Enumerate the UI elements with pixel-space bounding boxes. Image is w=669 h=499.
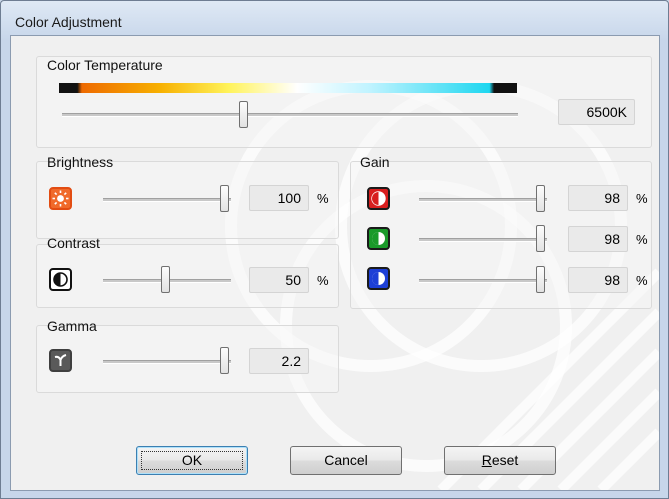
contrast-icon (49, 268, 72, 291)
red-gain-icon (367, 187, 390, 210)
dialog-window: Color Adjustment Color Temperature 6500K (0, 0, 669, 499)
color-temperature-gradient-bar (59, 83, 517, 93)
contrast-label: Contrast (47, 235, 100, 251)
color-temperature-slider-thumb[interactable] (239, 101, 248, 128)
contrast-value: 50 (249, 267, 309, 293)
color-temperature-value: 6500K (558, 99, 635, 125)
brightness-slider-thumb[interactable] (220, 185, 229, 212)
sun-icon (49, 187, 72, 210)
window-title: Color Adjustment (15, 14, 122, 30)
gamma-value: 2.2 (249, 348, 309, 374)
red-gain-unit: % (636, 191, 648, 206)
green-gain-slider-thumb[interactable] (536, 225, 545, 252)
gamma-icon (49, 349, 72, 372)
contrast-slider-thumb[interactable] (161, 266, 170, 293)
red-gain-slider-thumb[interactable] (536, 185, 545, 212)
contrast-unit: % (317, 273, 329, 288)
dialog-client-area: Color Temperature 6500K Brightness 100 % (10, 35, 660, 491)
gamma-label: Gamma (47, 318, 97, 334)
gamma-track[interactable] (103, 360, 231, 364)
red-gain-track[interactable] (419, 198, 547, 202)
reset-button[interactable]: Reset (444, 446, 556, 475)
brightness-track[interactable] (103, 198, 231, 202)
reset-button-label: Reset (481, 452, 519, 468)
ok-button[interactable]: OK (136, 446, 248, 475)
blue-gain-icon (367, 267, 390, 290)
green-gain-track[interactable] (419, 238, 547, 242)
color-temperature-label: Color Temperature (47, 57, 163, 73)
green-gain-icon (367, 227, 390, 250)
cancel-button-label: Cancel (324, 452, 368, 468)
brightness-label: Brightness (47, 154, 114, 170)
gain-label: Gain (360, 154, 390, 170)
brightness-value: 100 (249, 185, 309, 211)
green-gain-unit: % (636, 232, 648, 247)
blue-gain-track[interactable] (419, 279, 547, 283)
blue-gain-unit: % (636, 273, 648, 288)
blue-gain-value: 98 (568, 267, 628, 293)
green-gain-value: 98 (568, 226, 628, 252)
color-temperature-track[interactable] (62, 113, 518, 117)
cancel-button[interactable]: Cancel (290, 446, 402, 475)
red-gain-value: 98 (568, 185, 628, 211)
blue-gain-slider-thumb[interactable] (536, 266, 545, 293)
gamma-slider-thumb[interactable] (220, 347, 229, 374)
ok-button-focus-ring (141, 451, 243, 470)
brightness-unit: % (317, 191, 329, 206)
